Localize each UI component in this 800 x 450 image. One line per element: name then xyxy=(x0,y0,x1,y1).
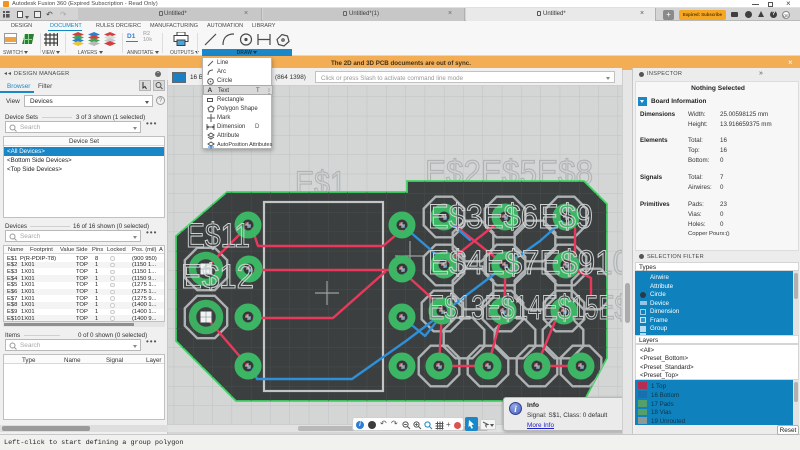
svg-text:E$12: E$12 xyxy=(181,258,254,296)
svg-text:E$11: E$11 xyxy=(186,217,250,255)
svg-text:E$3E$6E$9: E$3E$6E$9 xyxy=(428,198,593,236)
svg-text:E$4E$7E$910: E$4E$7E$910 xyxy=(428,244,622,282)
svg-text:E$13E$14E$15E$16: E$13E$14E$15E$16 xyxy=(428,289,622,327)
